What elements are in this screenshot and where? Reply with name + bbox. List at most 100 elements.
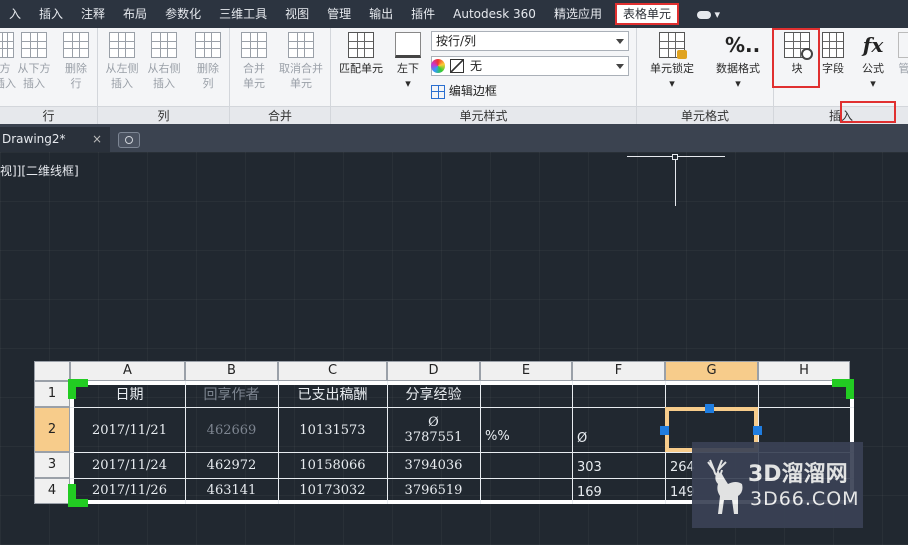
cell-d1[interactable]: 分享经验 (387, 383, 480, 407)
menu-item-layout[interactable]: 布局 (114, 0, 156, 28)
align-bottom-left-icon (395, 32, 421, 58)
watermark-site: 3D66.COM (750, 488, 860, 510)
cell-locking-button[interactable]: 单元锁定 ▾ (643, 32, 701, 91)
column-header-a[interactable]: A (70, 361, 185, 381)
row-header-2[interactable]: 2 (34, 407, 70, 452)
chevron-down-icon (616, 64, 624, 69)
row-header-3[interactable]: 3 (34, 452, 70, 478)
match-cell-button[interactable]: 匹配单元 (335, 32, 387, 76)
cell-f3[interactable]: 303 (572, 456, 665, 478)
menu-item-addins[interactable]: 插件 (402, 0, 444, 28)
new-drawing-tab-button[interactable] (118, 132, 140, 148)
menu-item-visualize[interactable]: 视图 (276, 0, 318, 28)
no-fill-icon (450, 59, 464, 73)
column-header-f[interactable]: F (572, 361, 665, 381)
cell-b4[interactable]: 463141 (185, 479, 278, 502)
column-header-b[interactable]: B (185, 361, 278, 381)
menu-item-parametric[interactable]: 参数化 (156, 0, 210, 28)
insert-col-left-button[interactable]: 从左侧 插入 (102, 32, 142, 91)
insert-row-above-icon (0, 32, 14, 58)
column-header-g[interactable]: G (665, 361, 758, 381)
cell-grip-top[interactable] (705, 404, 714, 413)
panel-columns-title: 列 (98, 106, 229, 124)
insert-formula-button[interactable]: fx 公式 ▾ (854, 32, 892, 91)
insert-row-below-button[interactable]: 从下方 插入 (14, 32, 54, 91)
menu-item-autodesk360[interactable]: Autodesk 360 (444, 0, 545, 28)
menu-item-view[interactable]: 入 (0, 0, 30, 28)
background-fill-select[interactable]: 无 (431, 56, 629, 76)
cell-e2[interactable]: %% (480, 420, 572, 452)
delete-col-button[interactable]: 删除 列 (190, 32, 226, 91)
insert-col-right-icon (151, 32, 177, 58)
data-format-button[interactable]: %.. 数据格式 ▾ (709, 32, 767, 91)
cell-c1[interactable]: 已支出稿酬 (278, 383, 387, 407)
menu-item-table-cell[interactable]: 表格单元 (614, 3, 679, 25)
menu-bar: 入 插入 注释 布局 参数化 三维工具 视图 管理 输出 插件 Autodesk… (0, 0, 908, 28)
cell-a3[interactable]: 2017/11/24 (74, 453, 185, 478)
lock-icon (659, 32, 687, 59)
manage-icon (898, 32, 908, 58)
table-corner-grip[interactable] (846, 379, 854, 399)
unmerge-cells-button[interactable]: 取消合并 单元 (274, 32, 328, 91)
cell-d3[interactable]: 3794036 (387, 453, 480, 478)
table-corner-grip[interactable] (68, 379, 76, 399)
percent-format-icon: %.. (725, 33, 761, 57)
cell-d2[interactable]: Ø 3787551 (387, 408, 480, 452)
field-icon (822, 32, 844, 58)
panel-cell-format-title: 单元格式 (637, 106, 773, 124)
viewport-label[interactable]: 视]][二维线框] (0, 162, 79, 179)
menu-item-3d-tools[interactable]: 三维工具 (210, 0, 276, 28)
tab-drawing2[interactable]: Drawing2* × (0, 127, 110, 152)
table-cell-style-select[interactable]: 按行/列 (431, 31, 629, 51)
menu-item-output[interactable]: 输出 (360, 0, 402, 28)
column-header-d[interactable]: D (387, 361, 480, 381)
menu-item-manage[interactable]: 管理 (318, 0, 360, 28)
row-header-1[interactable]: 1 (34, 381, 70, 407)
cell-alignment-button[interactable]: 左下 ▾ (391, 32, 425, 91)
crosshair-pickbox (672, 154, 678, 160)
column-header-e[interactable]: E (480, 361, 572, 381)
cell-f4[interactable]: 169 (572, 482, 665, 502)
cell-c4[interactable]: 10173032 (278, 479, 387, 502)
edit-borders-button[interactable]: 编辑边框 (431, 82, 497, 99)
panel-cell-format: 单元锁定 ▾ %.. 数据格式 ▾ 单元格式 (637, 28, 774, 124)
table-corner (34, 361, 70, 381)
highlight-block-button (772, 28, 820, 88)
panel-merge-title: 合并 (230, 106, 330, 124)
menu-item-annotate[interactable]: 注释 (72, 0, 114, 28)
watermark: 3D溜溜网 3D66.COM (692, 442, 863, 528)
close-tab-icon[interactable]: × (92, 127, 102, 152)
panel-cell-style-title: 单元样式 (331, 106, 636, 124)
cell-a1[interactable]: 日期 (74, 383, 185, 407)
cell-b2[interactable]: 462669 (185, 408, 278, 452)
cell-grip-right[interactable] (753, 426, 762, 435)
menu-item-featured-apps[interactable]: 精选应用 (545, 0, 611, 28)
cell-f2[interactable]: Ø (572, 424, 665, 452)
column-header-c[interactable]: C (278, 361, 387, 381)
highlight-insert-panel-title (840, 101, 896, 123)
cell-a2[interactable]: 2017/11/21 (74, 408, 185, 452)
table-corner-grip[interactable] (68, 499, 88, 507)
watermark-title: 3D溜溜网 (748, 462, 848, 487)
merge-cells-button[interactable]: 合并 单元 (236, 32, 272, 91)
panel-rows-title: 行 (0, 106, 97, 124)
cell-a4[interactable]: 2017/11/26 (74, 479, 185, 502)
row-header-4[interactable]: 4 (34, 478, 70, 504)
delete-col-icon (195, 32, 221, 58)
panel-rows: 方 插入 从下方 插入 删除 行 行 (0, 28, 98, 124)
manage-cell-content-button[interactable]: 管 (896, 32, 908, 76)
ribbon-options-icon[interactable]: ▾ (696, 8, 720, 21)
deer-logo-icon (707, 459, 743, 514)
cell-grip-left[interactable] (660, 426, 669, 435)
cell-c3[interactable]: 10158066 (278, 453, 387, 478)
menu-item-insert[interactable]: 插入 (30, 0, 72, 28)
delete-row-button[interactable]: 删除 行 (58, 32, 94, 91)
insert-col-right-button[interactable]: 从右侧 插入 (144, 32, 184, 91)
cell-c2[interactable]: 10131573 (278, 408, 387, 452)
cell-b1[interactable]: 回享作者 (185, 383, 278, 407)
cell-b3[interactable]: 462972 (185, 453, 278, 478)
cell-d4[interactable]: 3796519 (387, 479, 480, 502)
column-header-h[interactable]: H (758, 361, 850, 381)
insert-field-button[interactable]: 字段 (818, 32, 848, 76)
crosshair-cursor-vertical (675, 156, 676, 206)
